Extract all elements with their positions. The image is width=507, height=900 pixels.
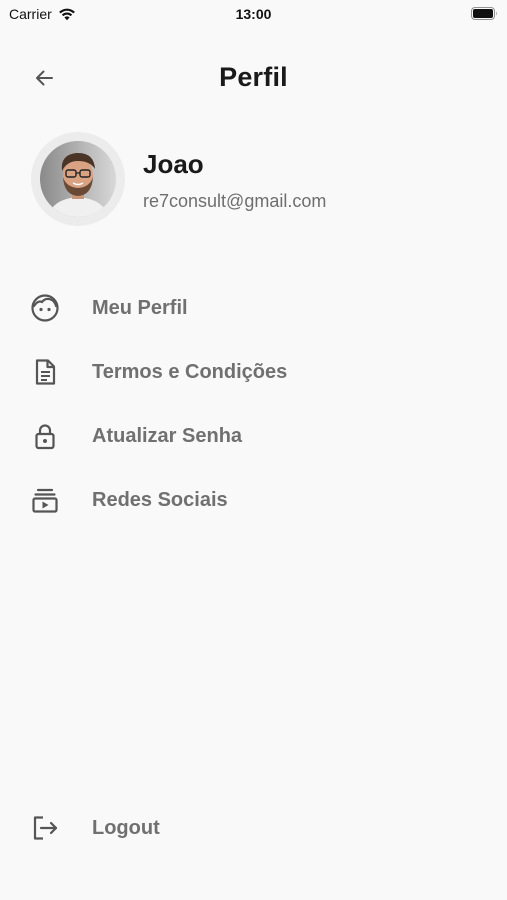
lock-icon	[30, 421, 60, 451]
profile-email: re7consult@gmail.com	[143, 191, 327, 211]
face-icon	[30, 293, 60, 323]
avatar-ring[interactable]	[31, 132, 125, 226]
menu-item-label: Atualizar Senha	[92, 424, 243, 447]
profile-screen: Carrier 13:00 Perfil Joao re7consult@gma…	[0, 0, 507, 900]
video-library-icon	[30, 485, 60, 515]
status-bar: Carrier 13:00	[0, 0, 507, 28]
menu-item-label: Termos e Condições	[92, 360, 288, 383]
avatar	[40, 141, 116, 217]
page-title: Perfil	[219, 62, 288, 92]
status-time: 13:00	[235, 6, 272, 22]
menu-item-termos[interactable]: Termos e Condições	[0, 340, 507, 404]
menu-item-atualizar-senha[interactable]: Atualizar Senha	[0, 404, 507, 468]
profile-summary: Joao re7consult@gmail.com	[31, 132, 487, 226]
menu-item-label: Redes Sociais	[92, 488, 228, 511]
profile-menu: Meu Perfil Termos e Condições Atualizar …	[0, 276, 507, 532]
logout-label: Logout	[92, 816, 160, 839]
logout-icon	[30, 813, 60, 843]
document-icon	[30, 357, 60, 387]
header: Perfil	[0, 56, 507, 100]
menu-item-label: Meu Perfil	[92, 296, 188, 319]
logout-section: Logout	[0, 796, 507, 860]
battery-icon	[471, 7, 497, 20]
profile-name: Joao	[143, 149, 204, 179]
menu-item-meu-perfil[interactable]: Meu Perfil	[0, 276, 507, 340]
logout-button[interactable]: Logout	[0, 796, 507, 860]
menu-item-redes-sociais[interactable]: Redes Sociais	[0, 468, 507, 532]
